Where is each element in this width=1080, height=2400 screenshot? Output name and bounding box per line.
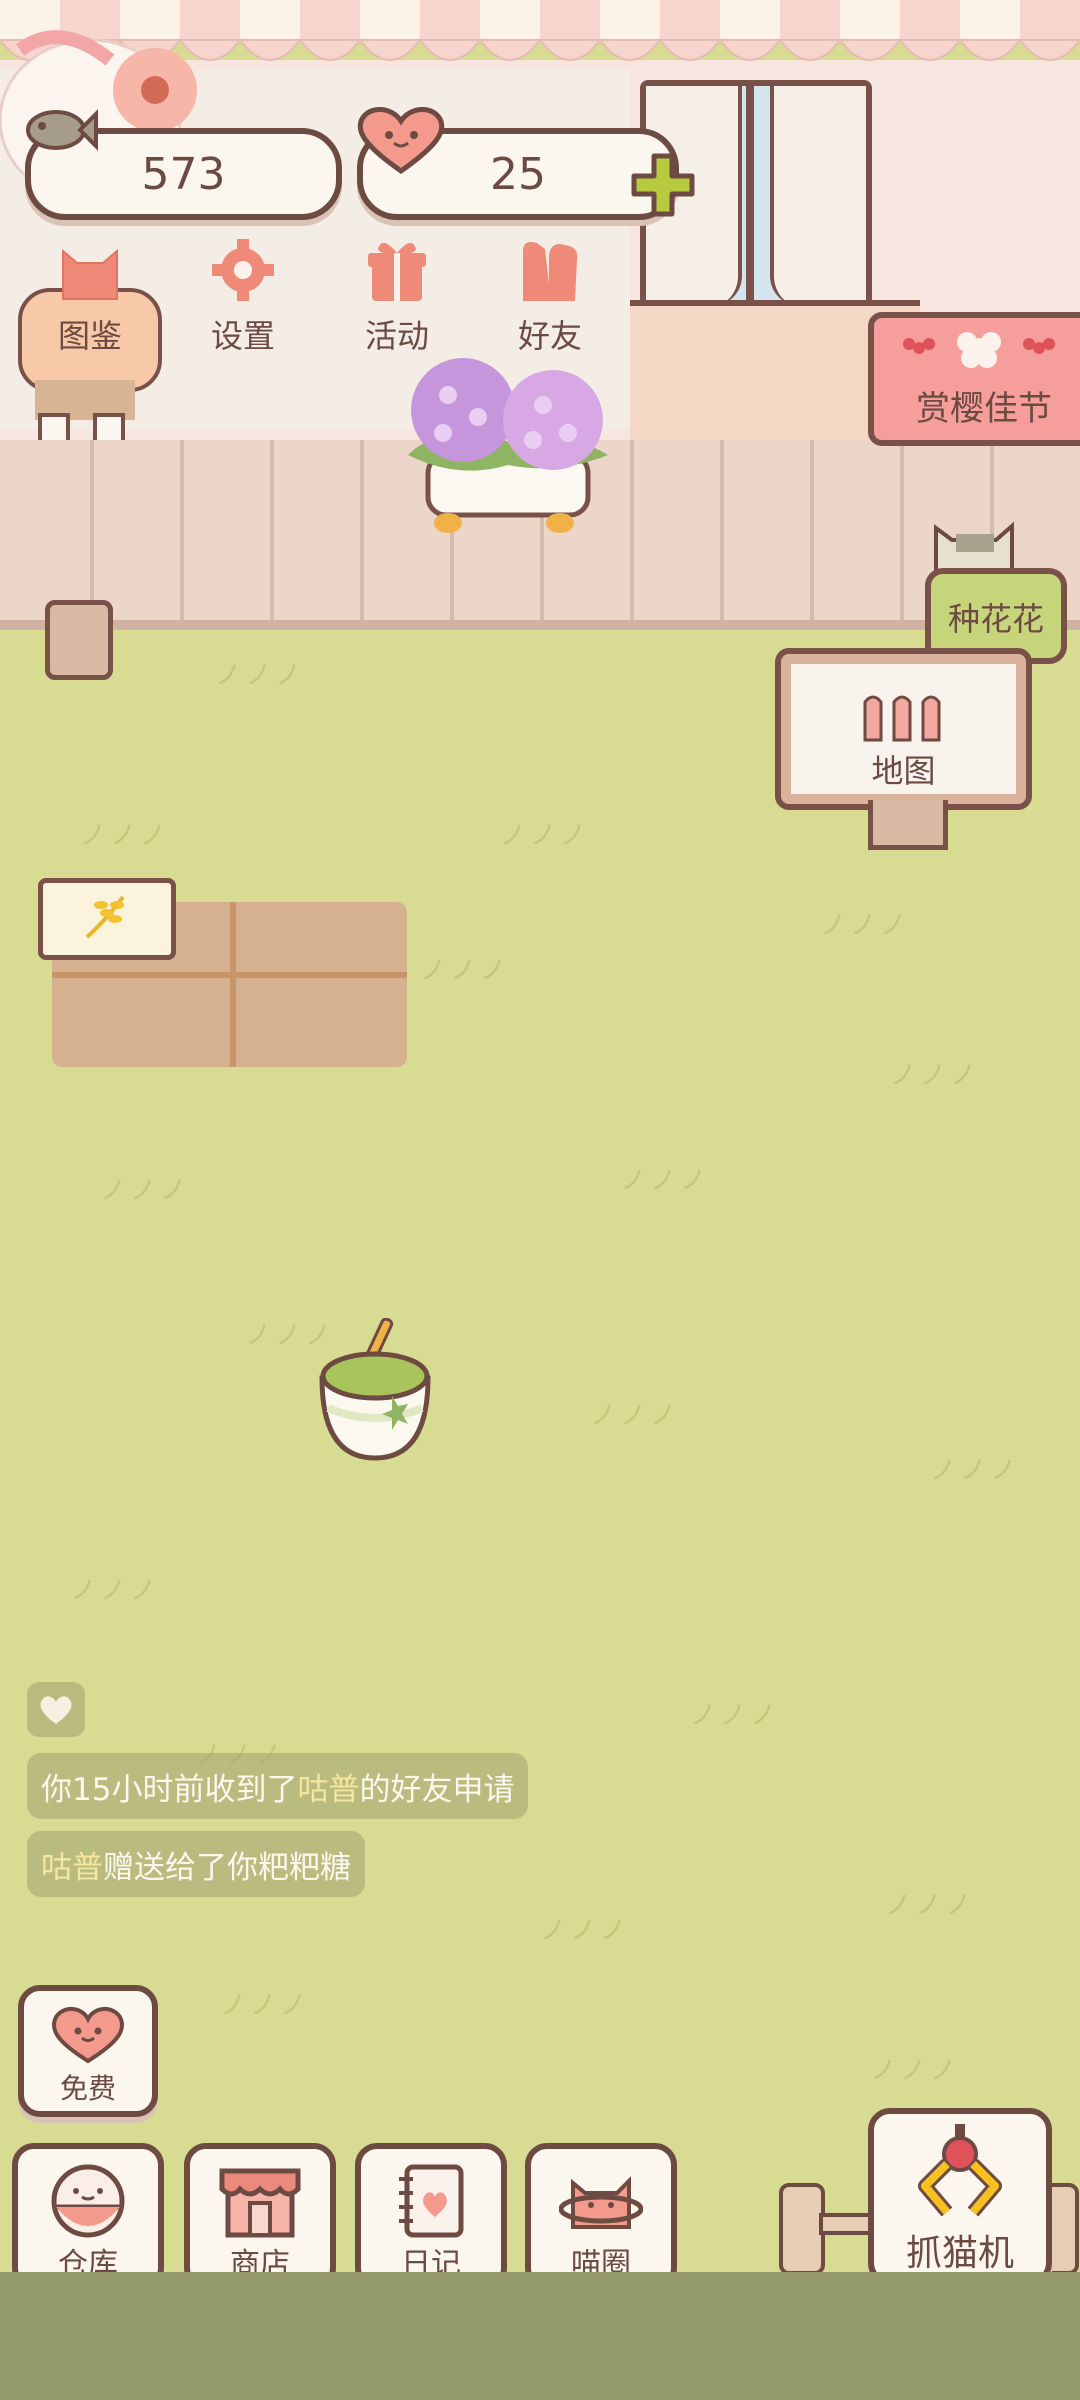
grass-tuft: ノノノ [870, 2056, 961, 2086]
menu-friends-button[interactable]: 好友 [480, 235, 620, 360]
chat-message-text: 赠送给了你粑粑糖 [103, 1849, 351, 1886]
menu-encyclopedia-button[interactable]: 图鉴 [20, 235, 160, 360]
map-label: 地图 [871, 752, 936, 790]
menu-events-button[interactable]: 活动 [327, 235, 467, 360]
add-hearts-plus-icon[interactable] [628, 150, 698, 220]
grass-tuft: ノノノ [930, 1456, 1021, 1486]
wheat-icon [85, 895, 125, 939]
cat-head-icon [62, 248, 118, 300]
grass-tuft: ノノノ [420, 956, 511, 986]
gear-icon [212, 239, 274, 301]
grass-tuft: ノノノ [590, 1401, 681, 1431]
cat-peek-icon [934, 521, 1014, 574]
claw-machine-label: 抓猫机 [905, 2233, 1014, 2274]
fish-icon [26, 109, 98, 151]
chat-message-username: 咕普 [41, 1849, 103, 1886]
gift-icon [368, 242, 426, 301]
grass-tuft: ノノノ [500, 821, 591, 851]
warehouse-icon [51, 2164, 125, 2238]
bottom-bar [0, 2272, 1080, 2400]
chat-message-gift[interactable]: 咕普 赠送给了你粑粑糖 [27, 1831, 365, 1897]
menu-settings-button[interactable]: 设置 [173, 235, 313, 360]
event-sign-label: 赏樱佳节 [916, 389, 1052, 429]
grass-tuft: ノノノ [220, 1991, 311, 2021]
friends-icon [523, 242, 578, 301]
chat-message-text: 的好友申请 [359, 1771, 515, 1808]
map-sign-button[interactable]: 地图 [775, 648, 1032, 810]
chat-message-username: 咕普 [297, 1771, 360, 1808]
heart-chat-icon [40, 1696, 72, 1724]
grass-tuft: ノノノ [70, 1576, 161, 1606]
heart-icon [357, 107, 445, 175]
grass-tuft: ノノノ [540, 1916, 631, 1946]
claw-machine-button[interactable]: 抓猫机 [868, 2108, 1052, 2285]
chat-message-text: 你15小时前收到了 [41, 1771, 298, 1808]
grass-tuft: ノノノ [215, 661, 306, 691]
sakura-festival-event-button[interactable]: 赏樱佳节 [868, 312, 1080, 446]
plot-sign[interactable] [38, 878, 176, 960]
matcha-pot-item[interactable] [310, 1318, 440, 1463]
cat-planet-icon [559, 2176, 643, 2229]
nav-shop-button[interactable]: 商店 [184, 2143, 336, 2290]
grass-tuft: ノノノ [690, 1701, 781, 1731]
fence-map-icon [863, 695, 941, 742]
nav-warehouse-button[interactable]: 仓库 [12, 2143, 164, 2290]
grass-tuft: ノノノ [820, 911, 911, 941]
nav-cat-circle-button[interactable]: 喵圈 [525, 2143, 677, 2290]
chat-message-friend-request[interactable]: 你15小时前收到了 咕普 的好友申请 [27, 1753, 529, 1819]
free-label: 免费 [59, 2072, 116, 2105]
hydrangea-planter [408, 358, 608, 533]
chat-toggle-button[interactable] [27, 1682, 85, 1737]
grass-tuft: ノノノ [885, 1891, 976, 1921]
menu-encyclopedia-label: 图鉴 [57, 317, 122, 355]
map-sign-post [868, 800, 948, 850]
claw-machine-icon [918, 2124, 1002, 2217]
plant-flowers-label: 种花花 [947, 600, 1044, 638]
menu-friends-label: 好友 [517, 317, 582, 355]
diary-icon [399, 2164, 464, 2238]
free-heart-button[interactable]: 免费 [18, 1985, 158, 2117]
grass-tuft: ノノノ [80, 821, 171, 851]
heart-face-icon [51, 2007, 125, 2064]
fence-post [45, 600, 113, 680]
shop-icon [219, 2168, 301, 2238]
grass-tuft: ノノノ [890, 1061, 981, 1091]
menu-events-label: 活动 [364, 317, 429, 355]
menu-settings-label: 设置 [210, 317, 275, 355]
grass-tuft: ノノノ [620, 1166, 711, 1196]
cherry-blossom-icon [903, 332, 1055, 368]
grass-tuft: ノノノ [100, 1176, 191, 1206]
nav-diary-button[interactable]: 日记 [355, 2143, 507, 2290]
